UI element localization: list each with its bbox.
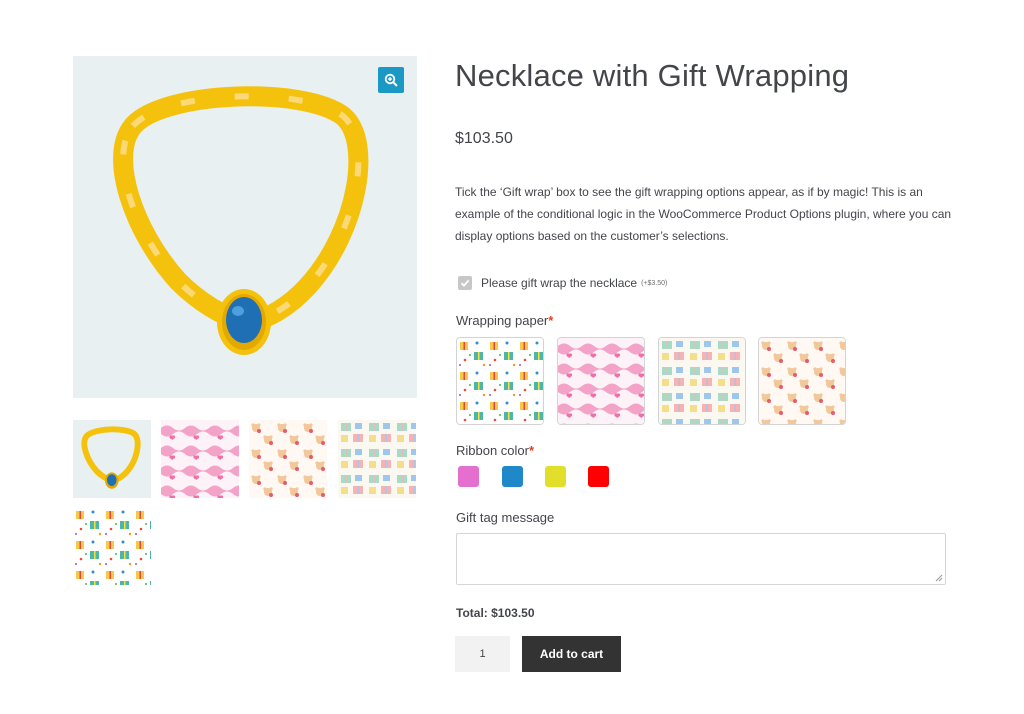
resize-handle-icon[interactable] bbox=[935, 574, 943, 582]
checkmark-icon bbox=[460, 279, 470, 287]
thumbnail-pastel-gifts[interactable] bbox=[338, 420, 416, 498]
thumbnail-teddy-bears[interactable] bbox=[249, 420, 327, 498]
thumbnail-colorful-presents[interactable] bbox=[73, 507, 151, 585]
magnify-plus-icon bbox=[384, 73, 398, 87]
gift-wrap-fee: (+$3.50) bbox=[641, 279, 668, 287]
thumbnail-pink-hearts[interactable] bbox=[161, 420, 239, 498]
ribbon-color-red[interactable] bbox=[588, 466, 609, 487]
required-mark: * bbox=[548, 313, 554, 328]
gift-tag-label: Gift tag message bbox=[456, 510, 555, 525]
thumbnail-necklace[interactable] bbox=[73, 420, 151, 498]
required-mark: * bbox=[529, 443, 535, 458]
ribbon-color-pink[interactable] bbox=[458, 466, 479, 487]
wrapping-option-pastel-gifts[interactable] bbox=[658, 337, 746, 425]
gift-tag-textarea[interactable] bbox=[456, 533, 946, 585]
ribbon-color-yellow[interactable] bbox=[545, 466, 566, 487]
gift-wrap-checkbox[interactable] bbox=[458, 276, 472, 290]
quantity-input[interactable]: 1 bbox=[455, 636, 510, 672]
wrapping-option-colorful-presents[interactable] bbox=[456, 337, 544, 425]
total-price: Total: $103.50 bbox=[456, 606, 535, 620]
ribbon-color-label: Ribbon color* bbox=[456, 443, 535, 458]
wrapping-option-pink-hearts[interactable] bbox=[557, 337, 645, 425]
gift-wrap-option[interactable]: Please gift wrap the necklace (+$3.50) bbox=[458, 276, 667, 290]
add-to-cart-button[interactable]: Add to cart bbox=[522, 636, 621, 672]
product-price: $103.50 bbox=[455, 130, 513, 147]
ribbon-color-blue[interactable] bbox=[502, 466, 523, 487]
wrapping-paper-label: Wrapping paper* bbox=[456, 313, 554, 328]
product-main-image[interactable] bbox=[73, 56, 417, 398]
gift-wrap-label: Please gift wrap the necklace bbox=[481, 276, 638, 290]
wrapping-option-teddy-bears[interactable] bbox=[758, 337, 846, 425]
zoom-button[interactable] bbox=[378, 67, 404, 93]
product-description: Tick the ‘Gift wrap’ box to see the gift… bbox=[455, 185, 952, 243]
product-title: Necklace with Gift Wrapping bbox=[455, 58, 850, 93]
